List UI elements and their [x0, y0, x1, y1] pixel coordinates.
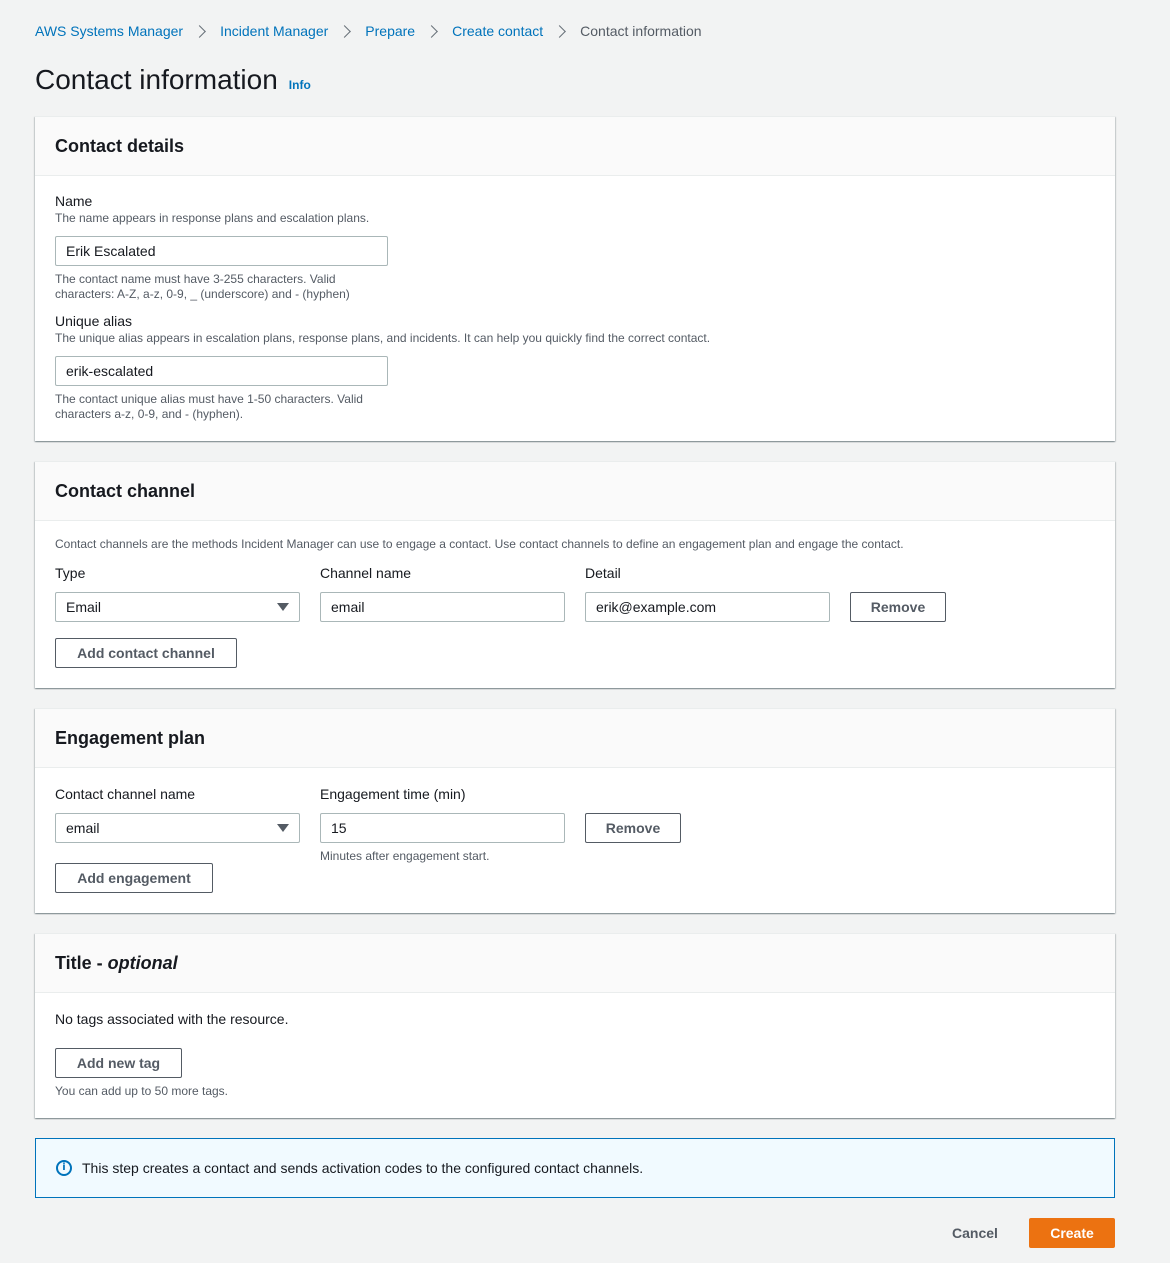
caret-down-icon: [277, 824, 289, 832]
alias-input[interactable]: erik-escalated: [55, 356, 388, 386]
engagement-time-label: Engagement time (min): [320, 786, 466, 802]
contact-channel-header: Contact channel: [35, 462, 1115, 521]
channel-name-label: Channel name: [320, 565, 412, 581]
type-select-value: Email: [66, 599, 102, 615]
create-button[interactable]: Create: [1029, 1218, 1115, 1248]
breadcrumb-current: Contact information: [580, 23, 702, 39]
name-label: Name: [55, 193, 93, 209]
remove-engagement-button[interactable]: Remove: [585, 813, 681, 843]
alias-constraint-line-1: The contact unique alias must have 1-50 …: [55, 392, 363, 406]
name-constraint-line-2: characters: A-Z, a-z, 0-9, _ (underscore…: [55, 287, 350, 301]
engagement-time-hint: Minutes after engagement start.: [320, 849, 490, 863]
alias-label: Unique alias: [55, 313, 133, 329]
contact-details-header: Contact details: [35, 117, 1115, 176]
breadcrumb-incident-manager[interactable]: Incident Manager: [220, 22, 328, 40]
contact-details-panel: Contact details Name The name appears in…: [35, 116, 1115, 441]
info-icon: i: [56, 1160, 72, 1176]
chevron-right-icon: [193, 24, 206, 38]
engagement-plan-panel: Engagement plan Contact channel name Eng…: [35, 708, 1115, 913]
detail-input[interactable]: erik@example.com: [585, 592, 830, 622]
add-engagement-button[interactable]: Add engagement: [55, 863, 213, 893]
page-title: Contact information: [35, 64, 278, 95]
contact-channel-description: Contact channels are the methods Inciden…: [55, 537, 904, 551]
detail-label: Detail: [585, 565, 621, 581]
name-input[interactable]: Erik Escalated: [55, 236, 388, 266]
contact-channel-panel: Contact channel Contact channels are the…: [35, 461, 1115, 688]
name-constraint-line-1: The contact name must have 3-255 charact…: [55, 272, 336, 286]
breadcrumb-create-contact[interactable]: Create contact: [452, 22, 543, 40]
alias-description: The unique alias appears in escalation p…: [55, 331, 711, 345]
tags-header-title: Title -: [55, 952, 103, 973]
chevron-right-icon: [553, 24, 567, 38]
add-new-tag-button[interactable]: Add new tag: [55, 1048, 182, 1078]
type-select[interactable]: Email: [55, 592, 300, 622]
breadcrumb-prepare[interactable]: Prepare: [365, 22, 415, 40]
remove-channel-button[interactable]: Remove: [850, 592, 946, 622]
channel-name-input[interactable]: email: [320, 592, 565, 622]
tags-header: Title - optional: [35, 934, 1115, 993]
breadcrumb: AWS Systems Manager Incident Manager Pre…: [35, 22, 702, 40]
caret-down-icon: [277, 603, 289, 611]
info-link[interactable]: Info: [289, 78, 311, 92]
engagement-channel-value: email: [66, 820, 100, 836]
name-description: The name appears in response plans and e…: [55, 211, 370, 225]
contact-channel-name-label: Contact channel name: [55, 786, 196, 802]
alias-constraint-line-2: characters a-z, 0-9, and - (hyphen).: [55, 407, 244, 421]
type-label: Type: [55, 565, 86, 581]
breadcrumb-systems-manager[interactable]: AWS Systems Manager: [35, 22, 183, 40]
chevron-right-icon: [425, 24, 438, 38]
engagement-plan-header: Engagement plan: [35, 709, 1115, 768]
page-header: Contact information Info: [35, 62, 311, 98]
tags-panel: Title - optional No tags associated with…: [35, 933, 1115, 1118]
chevron-right-icon: [338, 24, 352, 38]
engagement-time-input[interactable]: 15: [320, 813, 565, 843]
add-contact-channel-button[interactable]: Add contact channel: [55, 638, 237, 668]
info-alert: i This step creates a contact and sends …: [35, 1138, 1115, 1198]
engagement-channel-select[interactable]: email: [55, 813, 300, 843]
no-tags-text: No tags associated with the resource.: [55, 1011, 289, 1027]
info-alert-text: This step creates a contact and sends ac…: [82, 1160, 644, 1176]
tags-limit-text: You can add up to 50 more tags.: [55, 1084, 229, 1098]
tags-header-optional: optional: [107, 952, 178, 973]
cancel-button[interactable]: Cancel: [940, 1218, 1010, 1248]
